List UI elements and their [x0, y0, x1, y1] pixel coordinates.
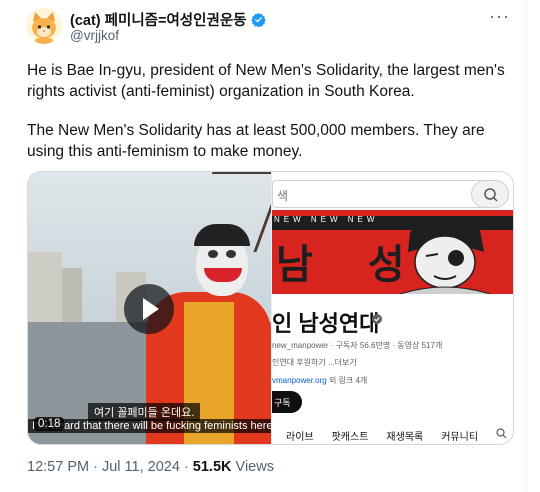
person-eye [208, 250, 218, 258]
search-icon [471, 180, 509, 208]
tweet-card: (cat) 페미니즘=여성인권운동 @vrjjkof ··· He is Bae… [0, 0, 540, 492]
channel-banner: NEW NEW NEW 남 성 [272, 210, 513, 294]
channel-link-url: vmanpower.org [272, 376, 327, 385]
verified-badge-icon [250, 12, 266, 27]
cat-avatar-icon[interactable] [26, 8, 62, 44]
channel-screenshot[interactable]: 색 NEW NEW NEW 남 성 인 남성연대 new_manpower · … [272, 172, 513, 444]
channel-name: 인 남성연대 [272, 311, 380, 336]
channel-link: vmanpower.org 외 링크 4개 [272, 375, 367, 386]
tab-search-icon [496, 428, 507, 439]
verified-check-icon [372, 314, 382, 324]
right-border [526, 0, 527, 492]
tweet-time[interactable]: 12:57 PM [27, 459, 89, 475]
author-display-name[interactable]: (cat) 페미니즘=여성인권운동 [70, 9, 247, 30]
more-options-icon[interactable]: ··· [489, 6, 510, 27]
views-label: Views [235, 459, 274, 475]
banner-small-text: NEW NEW NEW [274, 215, 379, 224]
separator-dot: · [183, 459, 193, 475]
tab-playlists: 재생목록 [386, 432, 424, 443]
play-button-icon[interactable] [124, 284, 174, 334]
author-name-row[interactable]: (cat) 페미니즘=여성인권운동 [70, 9, 266, 30]
separator-dot: · [93, 459, 102, 475]
tab-live: 라이브 [286, 432, 314, 443]
video-player[interactable]: 여기 꼴페미들 온데요. I've heard that there will … [28, 172, 271, 444]
tweet-timestamp[interactable]: 12:57 PM · Jul 11, 2024 · 51.5K Views [27, 459, 274, 475]
tab-community: 커뮤니티 [441, 432, 479, 443]
banner-illustration [399, 218, 491, 294]
channel-link-suffix: 외 링크 4개 [328, 376, 368, 385]
video-duration-badge: 0:18 [34, 417, 65, 431]
channel-meta: new_manpower · 구독자 56.6만명 · 동영상 517개 [272, 341, 443, 350]
person-eye [226, 250, 236, 258]
tweet-date[interactable]: Jul 11, 2024 [102, 459, 180, 475]
subscribe-button: 구독 [272, 391, 302, 413]
views-count: 51.5K [192, 459, 232, 475]
video-subtitle-english: I've heard that there will be fucking fe… [28, 419, 271, 433]
channel-description: 인연대 후원하기 ...더보기 [272, 358, 357, 367]
media-container[interactable]: 여기 꼴페미들 온데요. I've heard that there will … [27, 171, 514, 445]
tweet-paragraph-2: The New Men's Solidarity has at least 50… [27, 122, 485, 160]
channel-tabs: 라이브 팟캐스트 재생목록 커뮤니티 [272, 428, 513, 443]
tweet-paragraph-1: He is Bae In-gyu, president of New Men's… [27, 62, 505, 100]
author-handle[interactable]: @vrjjkof [70, 28, 119, 43]
tab-podcast: 팟캐스트 [331, 432, 369, 443]
